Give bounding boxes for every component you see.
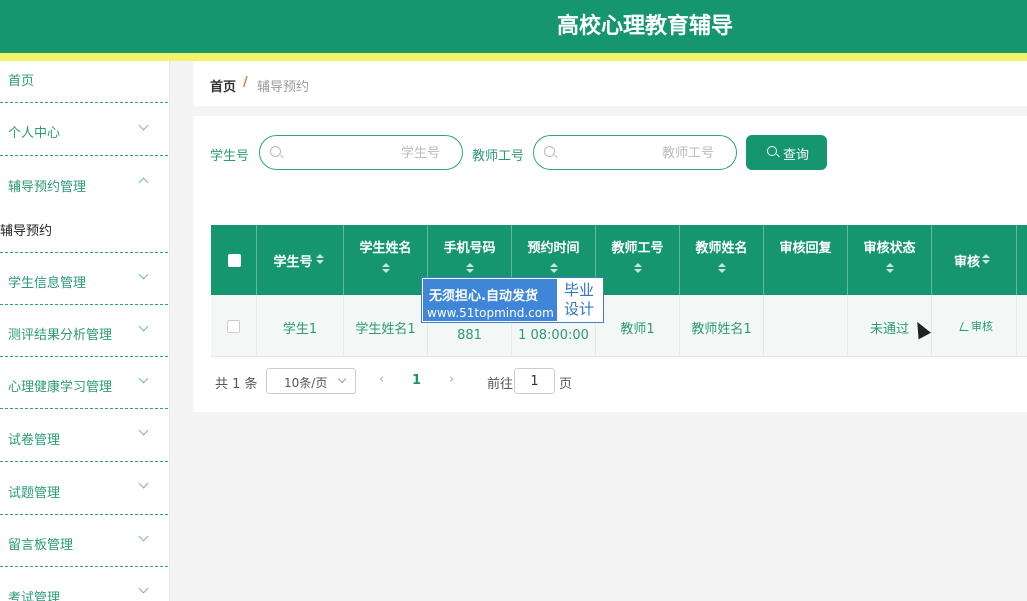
table-row: 学生1 学生姓名1 881 1 08:00:00 教师1 教师姓名1 未通过 审…	[211, 295, 1027, 357]
row-checkbox[interactable]	[227, 320, 240, 333]
page-unit-label: 页	[559, 377, 573, 392]
breadcrumb: 首页 / 辅导预约	[193, 61, 1027, 106]
sort-icon[interactable]	[886, 263, 894, 273]
query-button-label: 查询	[783, 148, 810, 163]
column-header-student-no[interactable]: 学生号	[257, 225, 344, 295]
query-button[interactable]: 查询	[746, 135, 827, 170]
top-header: 高校心理教育辅导	[0, 0, 1027, 53]
column-header-review-status[interactable]: 审核状态	[848, 225, 932, 295]
sort-icon[interactable]	[634, 263, 642, 273]
sort-icon[interactable]	[982, 254, 990, 264]
sidebar-item-mental-health-learning[interactable]: 心理健康学习管理	[0, 357, 168, 409]
goto-page-input[interactable]: 1	[514, 368, 555, 394]
student-no-label: 学生号	[210, 149, 250, 164]
sidebar-item-label: 学生信息管理	[8, 276, 87, 291]
cell-review-reply	[764, 295, 848, 357]
search-icon	[544, 146, 555, 157]
chevron-down-icon	[138, 425, 149, 436]
sidebar-item-exam-management[interactable]: 考试管理	[0, 567, 168, 601]
column-header-teacher-name[interactable]: 教师姓名	[680, 225, 764, 295]
sidebar-item-label: 试卷管理	[8, 433, 61, 448]
sort-icon[interactable]	[466, 263, 474, 273]
page-number-current[interactable]: 1	[412, 373, 421, 388]
header-accent-stripe	[0, 53, 1027, 61]
column-header-student-name[interactable]: 学生姓名	[344, 225, 428, 295]
goto-label: 前往	[487, 377, 514, 392]
watermark-ad: 无须担心.自动发货 www.51topmind.com 毕业设计	[421, 277, 604, 323]
cell-student-name: 学生姓名1	[344, 295, 428, 357]
sidebar-item-message-board[interactable]: 留言板管理	[0, 515, 168, 567]
sort-icon[interactable]	[382, 263, 390, 273]
sidebar-item-label: 心理健康学习管理	[8, 380, 113, 395]
sidebar-item-label: 测评结果分析管理	[8, 328, 113, 343]
page-size-select[interactable]: 10条/页	[266, 368, 356, 394]
sidebar-item-paper-management[interactable]: 试卷管理	[0, 409, 168, 462]
sort-icon[interactable]	[316, 254, 324, 264]
chevron-down-icon	[337, 374, 347, 384]
review-link[interactable]: 审核	[940, 318, 1024, 334]
total-count: 共 1 条	[215, 377, 258, 392]
sidebar: 首页 个人中心 辅导预约管理 辅导预约 学生信息管理 测评结果分析管理 心理健康…	[0, 61, 170, 601]
breadcrumb-home[interactable]: 首页	[210, 76, 236, 95]
chevron-down-icon	[138, 583, 149, 594]
sidebar-item-evaluation-analysis[interactable]: 测评结果分析管理	[0, 305, 168, 357]
cell-review-action: 审核	[932, 295, 1017, 357]
search-icon	[270, 146, 281, 157]
column-header-teacher-no[interactable]: 教师工号	[596, 225, 680, 295]
row-checkbox-cell	[211, 295, 257, 357]
header-checkbox-cell	[211, 225, 257, 295]
sidebar-item-appointment-management[interactable]: 辅导预约管理 辅导预约	[0, 156, 168, 253]
sidebar-item-label: 首页	[8, 74, 35, 89]
chevron-down-icon	[138, 531, 149, 542]
breadcrumb-current: 辅导预约	[257, 80, 310, 95]
chevron-down-icon	[138, 120, 149, 131]
sort-icon[interactable]	[718, 263, 726, 273]
next-page-icon[interactable]: ›	[449, 372, 454, 387]
cell-teacher-name: 教师姓名1	[680, 295, 764, 357]
cell-teacher-no: 教师1	[596, 295, 680, 357]
table-header: 学生号 学生姓名 手机号码 预约时间 教师工号 教师姓名 审核回复 审核状态 审…	[211, 225, 1027, 295]
teacher-no-search	[533, 135, 737, 170]
prev-page-icon[interactable]: ‹	[379, 372, 384, 387]
sidebar-item-home[interactable]: 首页	[0, 61, 168, 103]
sort-icon[interactable]	[550, 263, 558, 273]
sidebar-item-question-management[interactable]: 试题管理	[0, 462, 168, 515]
sidebar-item-label: 个人中心	[8, 126, 61, 141]
sidebar-item-label: 试题管理	[8, 486, 61, 501]
app-title: 高校心理教育辅导	[557, 14, 734, 39]
select-all-checkbox[interactable]	[228, 254, 241, 267]
student-no-search	[259, 135, 463, 170]
search-icon	[767, 146, 777, 156]
chevron-down-icon	[138, 321, 149, 332]
teacher-no-label: 教师工号	[472, 149, 525, 164]
cell-student-no: 学生1	[257, 295, 344, 357]
watermark-blue-panel: 无须担心.自动发货 www.51topmind.com	[423, 279, 557, 321]
breadcrumb-separator: /	[243, 75, 248, 90]
teacher-no-input[interactable]	[564, 142, 714, 164]
sidebar-item-personal-center[interactable]: 个人中心	[0, 103, 168, 156]
chevron-down-icon	[138, 373, 149, 384]
sidebar-item-label: 辅导预约管理	[8, 180, 87, 195]
chevron-down-icon	[138, 478, 149, 489]
sidebar-item-label: 留言板管理	[8, 538, 74, 553]
column-header-review-reply[interactable]: 审核回复	[764, 225, 848, 295]
chevron-down-icon	[138, 269, 149, 280]
chevron-up-icon	[138, 177, 149, 188]
sidebar-item-student-info[interactable]: 学生信息管理	[0, 253, 168, 305]
column-header-review[interactable]: 审核	[932, 225, 1017, 295]
sidebar-subitem-appointment[interactable]: 辅导预约	[0, 220, 52, 239]
sidebar-item-label: 考试管理	[8, 591, 61, 601]
student-no-input[interactable]	[290, 142, 440, 164]
